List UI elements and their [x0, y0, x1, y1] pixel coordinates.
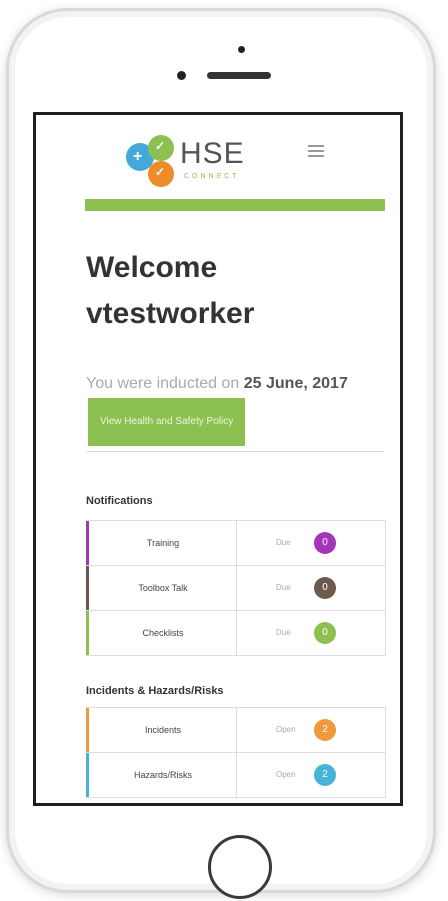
table-row[interactable]: Training Due 0 [86, 521, 386, 566]
row-label: Incidents [90, 708, 237, 752]
count-badge[interactable]: 0 [314, 622, 336, 644]
check-icon: ✓ [155, 139, 166, 153]
induction-prefix: You were inducted on [86, 375, 240, 392]
row-color-bar [86, 521, 89, 565]
phone-screen: + ✓ ✓ HSE CONNECT Welcome vtestworker Yo… [33, 112, 403, 806]
row-color-bar [86, 708, 89, 752]
row-label: Checklists [90, 611, 237, 655]
count-badge[interactable]: 2 [314, 719, 336, 741]
logo-subtext: CONNECT [184, 173, 240, 180]
row-label: Training [90, 521, 237, 565]
row-status: Due [276, 628, 291, 637]
row-status: Due [276, 538, 291, 547]
front-camera [238, 46, 245, 53]
welcome-heading: Welcome vtestworker [86, 245, 386, 337]
header-accent-bar [85, 199, 385, 211]
table-row[interactable]: Incidents Open 2 [86, 708, 386, 753]
check-icon: ✓ [155, 165, 166, 179]
table-row[interactable]: Hazards/Risks Open 2 [86, 753, 386, 798]
proximity-sensor [177, 71, 186, 80]
divider [86, 451, 384, 452]
incidents-title: Incidents & Hazards/Risks [86, 685, 224, 697]
table-row[interactable]: Checklists Due 0 [86, 611, 386, 656]
row-status: Due [276, 583, 291, 592]
row-status: Open [276, 725, 296, 734]
row-color-bar [86, 566, 89, 610]
row-label: Hazards/Risks [90, 753, 237, 797]
count-badge[interactable]: 2 [314, 764, 336, 786]
incidents-table: Incidents Open 2 Hazards/Risks Open 2 [86, 707, 386, 798]
logo-brand-text: HSE [180, 137, 245, 170]
app-header: + ✓ ✓ HSE CONNECT [36, 115, 400, 205]
notifications-title: Notifications [86, 495, 153, 507]
menu-icon[interactable] [308, 145, 324, 157]
count-badge[interactable]: 0 [314, 577, 336, 599]
row-color-bar [86, 753, 89, 797]
row-status: Open [276, 770, 296, 779]
hse-connect-logo[interactable]: + ✓ ✓ HSE CONNECT [122, 133, 272, 193]
induction-text: You were inducted on 25 June, 2017 View … [86, 370, 386, 446]
induction-date: 25 June, 2017 [243, 375, 348, 392]
notifications-table: Training Due 0 Toolbox Talk Due 0 Checklists Du… [86, 520, 386, 656]
count-badge[interactable]: 0 [314, 532, 336, 554]
home-button[interactable] [208, 835, 272, 899]
username: vtestworker [86, 297, 255, 330]
row-color-bar [86, 611, 89, 655]
plus-icon: + [133, 148, 143, 165]
view-policy-button[interactable]: View Health and Safety Policy [88, 398, 246, 446]
row-label: Toolbox Talk [90, 566, 237, 610]
welcome-line: Welcome [86, 251, 218, 284]
table-row[interactable]: Toolbox Talk Due 0 [86, 566, 386, 611]
earpiece-speaker [207, 72, 271, 79]
